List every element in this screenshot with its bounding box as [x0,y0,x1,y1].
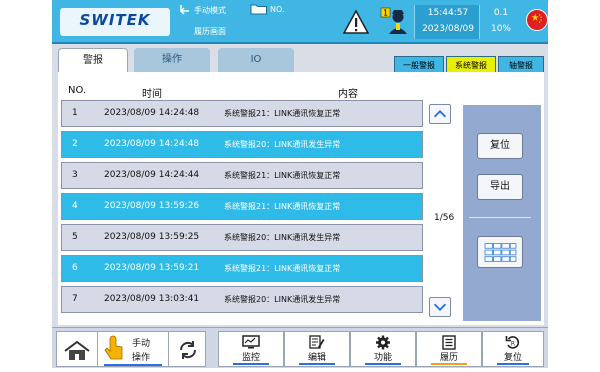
row-time: 2023/08/09 13:03:41 [104,294,200,304]
side-button-panel: 复位 导出 [463,105,541,321]
speed-indicator: 0.1 10% [482,5,520,39]
row-message: 系统警报20：LINK通讯发生异常 [224,233,341,242]
edit-icon [309,335,325,349]
nav-reset[interactable]: R 复位 [482,331,544,367]
export-button[interactable]: 导出 [477,174,523,200]
row-message: 系统警报20：LINK通讯发生异常 [224,295,341,304]
manual-op-label-2: 操作 [132,353,151,363]
program-label: NO. [270,5,285,14]
folder-icon [250,4,267,15]
tab-io[interactable]: IO [218,48,294,72]
warning-icon[interactable] [342,8,370,36]
row-time: 2023/08/09 14:24:48 [104,139,200,149]
gear-icon [376,335,390,350]
table-row[interactable]: 7 2023/08/09 13:03:41 系统警报20：LINK通讯发生异常 [61,286,423,313]
row-number: 7 [72,294,78,304]
nav-edit-underline [299,363,335,365]
logo-box: SWITEK [60,8,170,36]
clock-date: 2023/08/09 [422,24,474,34]
clock: 15:44:57 2023/08/09 [414,5,480,39]
row-number: 3 [72,170,78,180]
nav-monitor-label: 监控 [241,353,260,363]
reset-icon: R [505,336,520,349]
override-percent: 10% [490,24,511,34]
nav-edit-label: 编辑 [307,353,326,363]
nav-function-label: 功能 [373,353,392,363]
nav-history[interactable]: 履历 [416,331,482,367]
row-number: 6 [72,263,78,273]
manual-op-underline [104,364,162,366]
page-indicator: 1/56 [434,213,455,223]
manual-op-button[interactable]: 手动 操作 [97,332,169,366]
column-header-no: NO. [68,85,87,96]
clock-time: 15:44:57 [427,8,469,18]
row-time: 2023/08/09 14:24:44 [104,170,200,180]
svg-text:1: 1 [383,9,388,18]
cycle-icon[interactable] [177,340,199,360]
column-header-time: 时间 [142,89,162,100]
table-row[interactable]: 4 2023/08/09 13:59:26 系统警报21：LINK通讯恢复正常 [61,193,423,220]
nav-history-label: 履历 [439,353,458,363]
brand-logo: SWITEK [79,11,151,29]
row-message: 系统警报21：LINK通讯恢复正常 [224,109,341,118]
row-time: 2023/08/09 14:24:48 [104,108,200,118]
reset-button[interactable]: 复位 [477,133,523,159]
alarm-list-area: NO. 时间 内容 1 2023/08/09 14:24:48 系统警报21：L… [58,72,544,325]
row-message: 系统警报21：LINK通讯恢复正常 [224,264,341,273]
row-message: 系统警报21：LINK通讯恢复正常 [224,202,341,211]
quick-nav-group: 手动 操作 [56,331,206,367]
nav-function-underline [365,363,401,365]
row-message: 系统警报20：LINK通讯发生异常 [224,140,341,149]
nav-edit[interactable]: 编辑 [284,331,350,367]
scroll-down-button[interactable] [429,297,451,317]
row-message: 系统警报21：LINK通讯恢复正常 [224,171,341,180]
language-flag-icon[interactable] [526,9,548,31]
monitor-icon [242,335,260,349]
table-row[interactable]: 5 2023/08/09 13:59:25 系统警报20：LINK通讯发生异常 [61,224,423,251]
row-time: 2023/08/09 13:59:25 [104,232,200,242]
row-number: 5 [72,232,78,242]
history-icon [442,335,456,350]
nav-monitor[interactable]: 监控 [218,331,284,367]
user-icon[interactable]: 1 [380,6,410,36]
nav-monitor-underline [233,363,269,365]
column-header-content: 内容 [338,89,358,100]
table-row[interactable]: 1 2023/08/09 14:24:48 系统警报21：LINK通讯恢复正常 [61,100,423,127]
screen-name: 履历画面 [194,27,226,36]
row-number: 1 [72,108,78,118]
row-number: 4 [72,201,78,211]
home-icon[interactable] [63,340,91,362]
row-time: 2023/08/09 13:59:21 [104,263,200,273]
row-number: 2 [72,139,78,149]
svg-text:R: R [511,341,515,348]
nav-reset-underline [497,363,529,365]
nav-reset-label: 复位 [503,353,522,363]
manual-op-label-1: 手动 [132,339,151,349]
side-divider [469,217,531,218]
nav-function[interactable]: 功能 [350,331,416,367]
keypad-icon[interactable] [477,236,523,268]
table-row[interactable]: 3 2023/08/09 14:24:44 系统警报21：LINK通讯恢复正常 [61,162,423,189]
row-time: 2023/08/09 13:59:26 [104,201,200,211]
tab-alarm[interactable]: 警报 [58,48,128,72]
hand-icon [104,335,123,360]
manual-mode-icon [180,5,189,15]
table-row[interactable]: 2 2023/08/09 14:24:48 系统警报20：LINK通讯发生异常 [61,131,423,158]
nav-history-underline [431,363,467,365]
status-bar: SWITEK 手动模式 NO. 履历画面 1 15:44:57 2023/08/… [52,0,548,44]
bottom-nav: 手动 操作 监控 编辑 功能 履历 R 复位 [52,327,548,368]
table-row[interactable]: 6 2023/08/09 13:59:21 系统警报21：LINK通讯恢复正常 [61,255,423,282]
scroll-up-button[interactable] [429,104,451,124]
tab-operation[interactable]: 操作 [134,48,210,72]
speed-value: 0.1 [493,8,509,18]
history-panel: 警报 操作 IO 一般警报 系统警报 轴警报 NO. 时间 内容 1 2023/… [52,44,548,327]
mode-label: 手动模式 [194,6,226,15]
